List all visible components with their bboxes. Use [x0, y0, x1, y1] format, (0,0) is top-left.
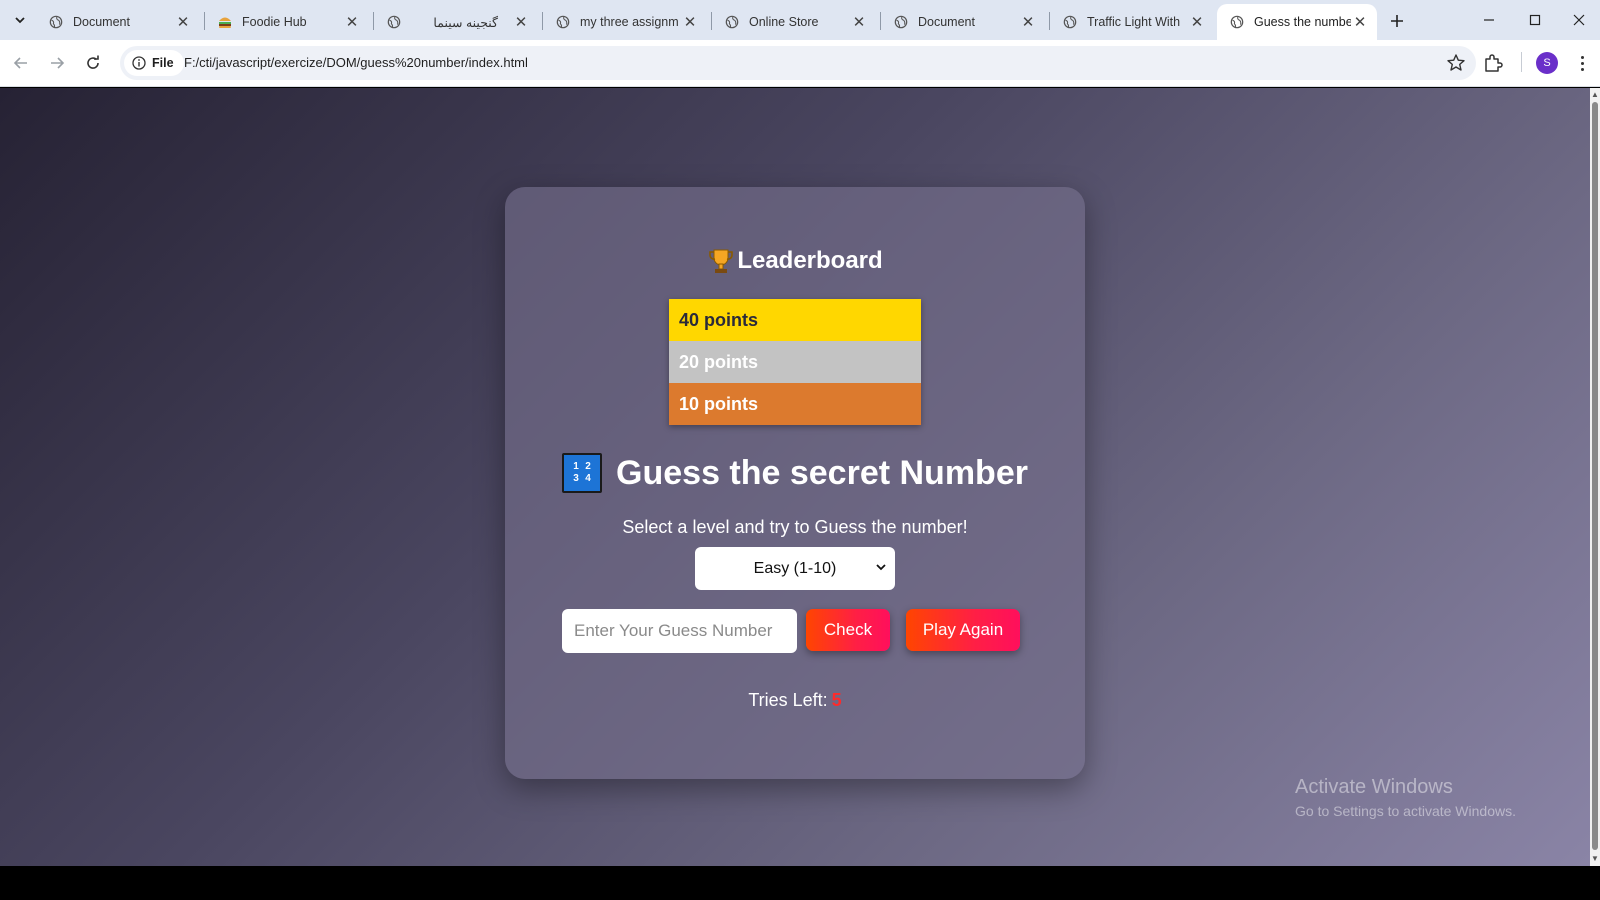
globe-icon: [48, 14, 64, 30]
close-icon[interactable]: ✕: [512, 13, 530, 31]
file-label: File: [152, 56, 174, 70]
tab-search-button[interactable]: [6, 6, 34, 34]
watermark-title: Activate Windows: [1295, 776, 1453, 798]
scroll-up-arrow-icon[interactable]: ▲: [1591, 90, 1599, 100]
scroll-down-arrow-icon[interactable]: ▼: [1591, 854, 1599, 864]
globe-icon: [1229, 14, 1245, 30]
leaderboard-title-text: Leaderboard: [737, 247, 883, 274]
browser-toolbar: File F:/cti/javascript/exercize/DOM/gues…: [0, 40, 1600, 87]
puzzle-icon: [1485, 54, 1503, 72]
profile-avatar[interactable]: S: [1536, 52, 1558, 74]
tab-title: Traffic Light With: [1087, 15, 1181, 29]
leaderboard-title: Leaderboard: [505, 247, 1085, 275]
bookmark-star-icon[interactable]: [1446, 53, 1466, 73]
kebab-dot-icon: [1580, 61, 1584, 65]
tab-title: Guess the number: [1254, 15, 1351, 29]
tab-title: Online Store: [749, 15, 819, 29]
tab-strip: Document ✕ Foodie Hub ✕ گنجینه سینما ✕ m…: [0, 0, 1600, 40]
number-icon-digit: 4: [585, 473, 591, 484]
tab-assignments[interactable]: my three assignm ✕: [543, 4, 707, 40]
burger-icon: [217, 14, 233, 30]
globe-icon: [386, 14, 402, 30]
tab-document-2[interactable]: Document ✕: [881, 4, 1045, 40]
scrollbar-thumb[interactable]: [1592, 102, 1598, 850]
plus-icon: [1391, 15, 1403, 27]
page-title-text: Guess the secret Number: [616, 453, 1028, 492]
check-button[interactable]: Check: [806, 609, 890, 651]
globe-icon: [724, 14, 740, 30]
globe-icon: [1062, 14, 1078, 30]
leaderboard-item-third: 10 points: [669, 383, 921, 425]
close-icon[interactable]: ✕: [343, 13, 361, 31]
tries-left: Tries Left: 5: [505, 690, 1085, 711]
game-card: Leaderboard 40 points 20 points 10 point…: [505, 187, 1085, 779]
close-window-button[interactable]: [1558, 0, 1600, 40]
tries-left-count: 5: [831, 690, 842, 710]
url-text[interactable]: F:/cti/javascript/exercize/DOM/guess%20n…: [184, 55, 528, 70]
tab-title: Document: [918, 15, 975, 29]
taskbar: [0, 866, 1600, 900]
leaderboard-list: 40 points 20 points 10 points: [669, 299, 921, 425]
forward-button[interactable]: [44, 50, 70, 76]
tab-title: Document: [73, 15, 130, 29]
tab-title: my three assignm: [580, 15, 679, 29]
address-bar[interactable]: File F:/cti/javascript/exercize/DOM/gues…: [120, 46, 1476, 80]
maximize-button[interactable]: [1512, 0, 1558, 40]
new-tab-button[interactable]: [1384, 8, 1410, 34]
globe-icon: [893, 14, 909, 30]
tab-cinema[interactable]: گنجینه سینما ✕: [374, 4, 538, 40]
page-viewport: Leaderboard 40 points 20 points 10 point…: [0, 88, 1590, 866]
guess-input[interactable]: Enter Your Guess Number: [562, 609, 797, 653]
tab-title: Foodie Hub: [242, 15, 307, 29]
tab-guess-the-number[interactable]: Guess the number ✕: [1217, 4, 1377, 40]
extensions-button[interactable]: [1482, 52, 1504, 74]
close-icon[interactable]: ✕: [1019, 13, 1037, 31]
reload-button[interactable]: [80, 50, 106, 76]
tab-traffic-light[interactable]: Traffic Light With ✕: [1050, 4, 1214, 40]
trophy-icon: [709, 249, 734, 273]
leaderboard-item-first: 40 points: [669, 299, 921, 341]
windows-activation-watermark: Activate Windows Go to Settings to activ…: [1295, 776, 1516, 819]
number-icon-digit: 3: [573, 473, 579, 484]
close-icon[interactable]: ✕: [1351, 13, 1369, 31]
level-select-value: Easy (1-10): [753, 559, 837, 577]
kebab-dot-icon: [1580, 55, 1584, 59]
globe-icon: [555, 14, 571, 30]
back-button[interactable]: [8, 50, 34, 76]
close-icon[interactable]: ✕: [1188, 13, 1206, 31]
menu-button[interactable]: [1572, 52, 1592, 74]
number-icon-digit: 2: [585, 461, 591, 472]
close-icon[interactable]: ✕: [681, 13, 699, 31]
minimize-button[interactable]: [1466, 0, 1512, 40]
number-icon-digit: 1: [573, 461, 579, 472]
maximize-icon: [1529, 14, 1541, 26]
leaderboard-item-second: 20 points: [669, 341, 921, 383]
level-select[interactable]: Easy (1-10): [695, 547, 895, 590]
instructions-text: Select a level and try to Guess the numb…: [622, 517, 968, 537]
tries-left-label: Tries Left:: [748, 690, 828, 710]
close-icon[interactable]: ✕: [174, 13, 192, 31]
page-title: 1 2 3 4 Guess the secret Number: [505, 453, 1085, 493]
tab-online-store[interactable]: Online Store ✕: [712, 4, 876, 40]
tab-document-1[interactable]: Document ✕: [36, 4, 200, 40]
toolbar-divider: [1521, 52, 1522, 72]
arrow-left-icon: [13, 57, 27, 69]
arrow-right-icon: [51, 57, 65, 69]
reload-icon: [87, 55, 99, 69]
close-icon[interactable]: ✕: [850, 13, 868, 31]
site-info-chip[interactable]: File: [124, 50, 184, 76]
close-icon: [1573, 14, 1585, 26]
chevron-down-icon: [876, 564, 886, 571]
tab-foodie-hub[interactable]: Foodie Hub ✕: [205, 4, 369, 40]
tab-title: گنجینه سینما: [433, 15, 498, 30]
info-icon: [132, 56, 146, 70]
minimize-icon: [1484, 19, 1494, 21]
watermark-subtitle: Go to Settings to activate Windows.: [1295, 803, 1516, 819]
chevron-down-icon: [15, 17, 25, 24]
play-again-button[interactable]: Play Again: [906, 609, 1020, 651]
kebab-dot-icon: [1580, 67, 1584, 71]
input-numbers-icon: 1 2 3 4: [562, 453, 603, 493]
page-scrollbar[interactable]: ▲ ▼: [1590, 88, 1600, 866]
